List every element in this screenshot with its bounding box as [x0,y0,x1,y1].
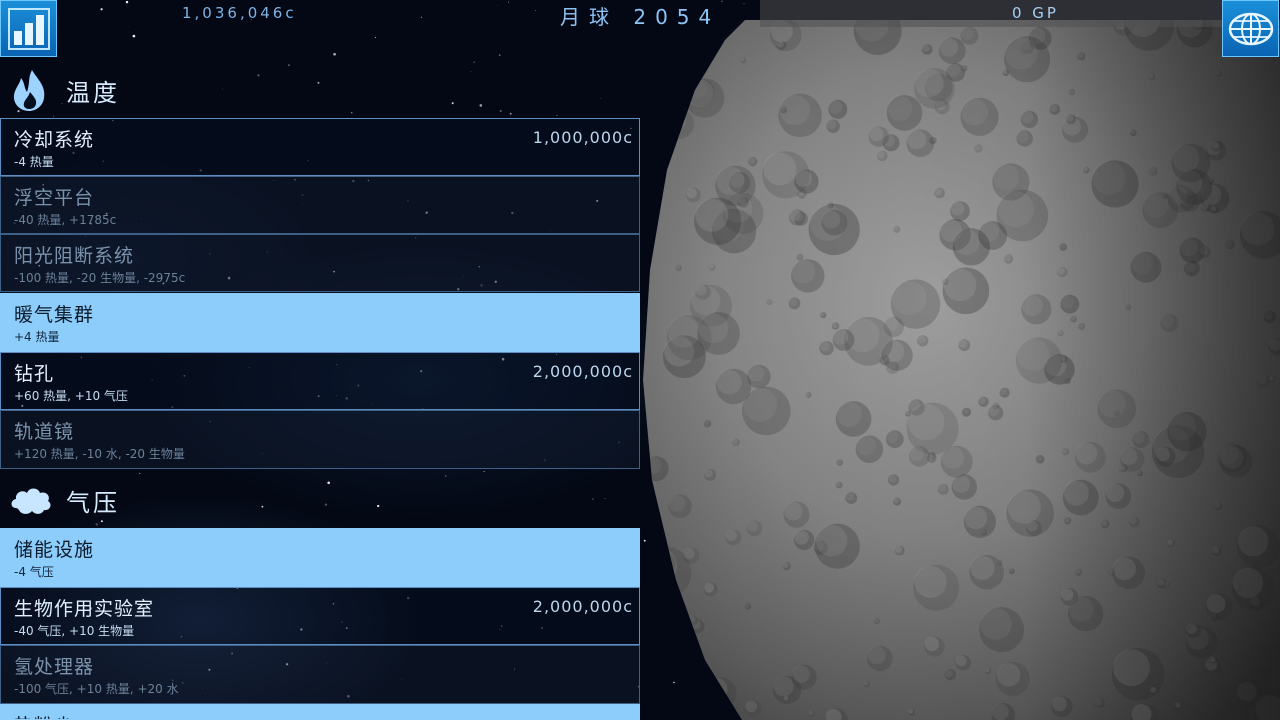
item-name: 轨道镜 [14,421,75,443]
upgrade-item[interactable]: 冷却系统 -4 热量 1,000,000c [0,118,640,176]
item-price: 2,000,000c [532,362,633,381]
item-name: 浮空平台 [14,187,95,209]
item-effect: -40 热量, +1785c [14,213,117,227]
crater-highlight [653,75,662,84]
gp-counter: 0 GP [1012,4,1059,22]
item-effect: +4 热量 [14,330,60,344]
crater-highlight [651,656,657,662]
money-counter: 1,036,046c [182,4,297,22]
section-label-pressure: 气压 [66,489,120,517]
upgrade-item[interactable]: 氢处理器 -100 气压, +10 热量, +20 水 [0,645,640,704]
cloud-icon [11,488,51,514]
item-effect: -100 热量, -20 生物量, -2975c [14,271,186,285]
top-bar-shade [760,0,1222,27]
crater [643,28,687,73]
flame-icon [13,70,45,111]
upgrade-item[interactable]: 储能设施 -4 气压 [0,528,640,587]
item-name: 钻孔 [14,363,55,385]
item-name: 储能设施 [14,539,95,561]
item-effect: -100 气压, +10 热量, +20 水 [14,682,179,696]
upgrade-item[interactable]: 生物作用实验室 -40 气压, +10 生物量 2,000,000c [0,587,640,645]
crater-highlight [649,617,665,633]
item-effect: +60 热量, +10 气压 [14,389,128,403]
item-name: 生物作用实验室 [14,598,155,620]
section-temperature: 温度 [0,62,640,116]
item-price: 2,000,000c [532,597,633,616]
item-name: 暖气集群 [14,304,95,326]
item-effect: -40 气压, +10 生物量 [14,624,135,638]
bar-chart-icon [7,7,50,50]
crater-highlight [715,42,721,47]
crater-highlight [656,553,671,568]
item-price: 1,000,000c [532,128,633,147]
upgrade-item[interactable]: 浮空平台 -40 热量, +1785c [0,176,640,234]
item-name: 阳光阻断系统 [14,245,135,267]
upgrade-item[interactable]: 热粉尘 [0,704,640,720]
crater [649,617,671,639]
item-effect: -4 气压 [14,565,54,579]
crater [650,656,659,664]
crater-highlight [643,29,675,61]
upgrade-item[interactable]: 暖气集群 +4 热量 [0,293,640,352]
section-pressure: 气压 [0,472,640,526]
crater [653,74,666,87]
item-effect: +120 热量, -10 水, -20 生物量 [14,447,185,461]
globe-icon [1228,12,1273,45]
crater [648,43,656,50]
upgrade-item[interactable]: 阳光阻断系统 -100 热量, -20 生物量, -2975c [0,234,640,292]
item-name: 氢处理器 [14,656,95,678]
item-name: 热粉尘 [14,711,74,719]
item-effect: -4 热量 [14,155,54,169]
upgrade-item[interactable]: 轨道镜 +120 热量, -10 水, -20 生物量 [0,410,640,469]
crater [650,143,672,166]
stats-button[interactable] [0,0,57,57]
item-name: 冷却系统 [14,129,95,151]
upgrade-item[interactable]: 钻孔 +60 热量, +10 气压 2,000,000c [0,352,640,410]
planet-title: 月球 2054 [560,5,721,29]
globe-button[interactable] [1222,0,1279,57]
section-label-temperature: 温度 [66,79,120,107]
crater-highlight [650,144,667,160]
crater-highlight [649,43,654,48]
